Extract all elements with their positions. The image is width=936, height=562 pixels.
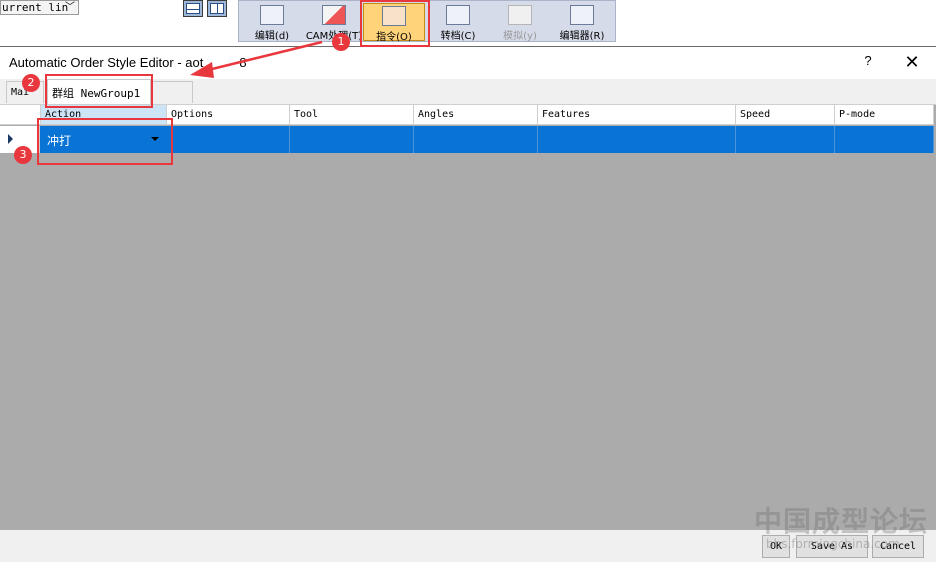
highlight-action-cell bbox=[37, 118, 173, 165]
help-button[interactable]: ? bbox=[858, 53, 878, 73]
column-header-angles[interactable]: Angles bbox=[414, 105, 538, 125]
grid-corner bbox=[0, 105, 41, 125]
toolbar-simulate-button[interactable]: 模拟(y) bbox=[489, 3, 551, 42]
annotation-badge-3: 3 bbox=[14, 146, 32, 164]
cell-features[interactable] bbox=[538, 126, 736, 153]
watermark-url: bbs.formingchina.com bbox=[766, 537, 900, 551]
dialog-title: Automatic Order Style Editor - aot 8 bbox=[9, 55, 247, 70]
toolbar-editor-button[interactable]: 编辑器(R) bbox=[551, 3, 613, 42]
column-header-options[interactable]: Options bbox=[167, 105, 290, 125]
column-header-features[interactable]: Features bbox=[538, 105, 736, 125]
edit-icon bbox=[260, 5, 284, 25]
cam-process-icon bbox=[322, 5, 346, 25]
toolbar-edit-button[interactable]: 编辑(d) bbox=[241, 3, 303, 42]
watermark-text: 中国成型论坛 bbox=[754, 505, 929, 538]
annotation-badge-2: 2 bbox=[22, 74, 40, 92]
chevron-down-icon: ﹀ bbox=[65, 2, 75, 13]
cell-options[interactable] bbox=[167, 126, 290, 153]
tab-empty[interactable] bbox=[151, 81, 193, 103]
horizontal-split-icon[interactable] bbox=[183, 0, 203, 17]
close-button[interactable]: ✕ bbox=[900, 51, 924, 75]
vertical-split-icon[interactable] bbox=[207, 0, 227, 17]
convert-icon bbox=[446, 5, 470, 25]
column-header-tool[interactable]: Tool bbox=[290, 105, 414, 125]
action-grid[interactable]: Action Options Tool Angles Features Spee… bbox=[0, 104, 936, 530]
cell-angles[interactable] bbox=[414, 126, 538, 153]
background-app-strip: urrent lin ﹀ 编辑(d) CAM处理(T) 指令(O) 转档(C) … bbox=[0, 0, 936, 44]
column-header-speed[interactable]: Speed bbox=[736, 105, 835, 125]
current-line-dropdown[interactable]: urrent lin ﹀ bbox=[0, 0, 79, 15]
column-header-pmode[interactable]: P-mode bbox=[835, 105, 934, 125]
cell-pmode[interactable] bbox=[835, 126, 934, 153]
highlight-group-tab bbox=[45, 74, 153, 108]
toolbar-convert-button[interactable]: 转档(C) bbox=[427, 3, 489, 42]
highlight-instruction bbox=[360, 0, 430, 47]
editor-icon bbox=[570, 5, 594, 25]
current-row-arrow-icon bbox=[8, 134, 13, 144]
simulate-icon bbox=[508, 5, 532, 25]
cell-tool[interactable] bbox=[290, 126, 414, 153]
annotation-badge-1: 1 bbox=[332, 33, 350, 51]
dropdown-value: urrent lin bbox=[2, 1, 69, 14]
cell-speed[interactable] bbox=[736, 126, 835, 153]
